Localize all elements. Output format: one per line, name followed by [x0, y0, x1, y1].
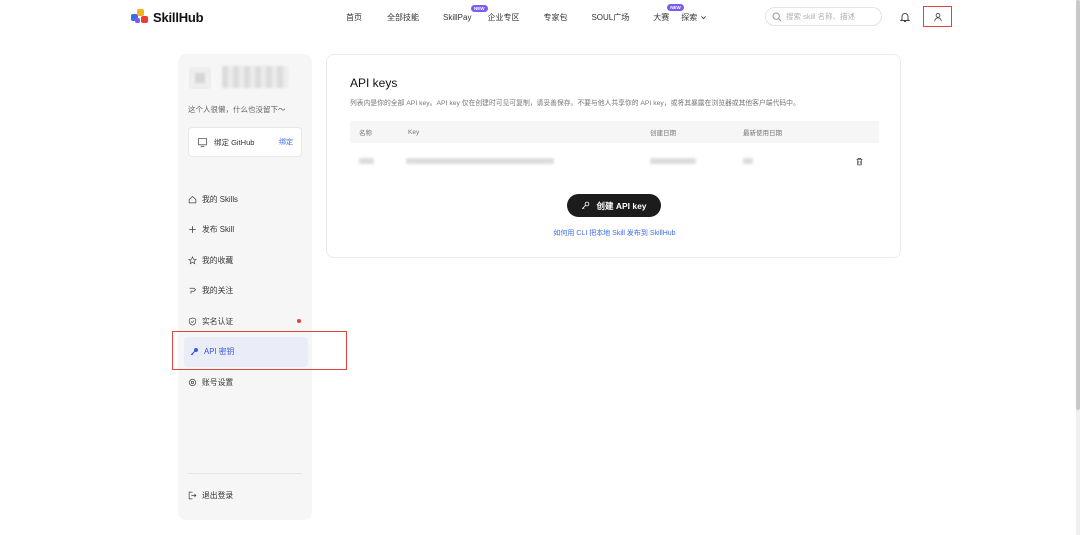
- main-nav: 首页 全部技能 SkillPay NEW 企业专区 专家包 SOUL广场 大赛 NE…: [338, 0, 707, 34]
- nav-label: 专家包: [543, 12, 568, 22]
- cli-publish-guide-link[interactable]: 如何用 CLI 把本地 Skill 发布到 SkillHub: [327, 228, 902, 238]
- notification-bell-icon[interactable]: [899, 10, 911, 22]
- user-bio: 这个人很懒，什么也没留下～: [188, 105, 286, 114]
- sidebar-item-label: 我的收藏: [202, 255, 234, 265]
- column-header-created: 创建日期: [650, 130, 676, 137]
- new-badge: NEW: [667, 3, 684, 11]
- nav-item-expert-packs[interactable]: 专家包: [543, 12, 567, 23]
- key-icon: [190, 348, 198, 356]
- sidebar-item-verification[interactable]: 实名认证: [178, 306, 312, 337]
- username-blurred: [222, 66, 288, 88]
- search-icon: [772, 12, 782, 22]
- nav-item-all-skills[interactable]: 全部技能: [387, 12, 419, 23]
- create-api-key-button[interactable]: 创建 API key: [567, 194, 661, 217]
- new-badge: NEW: [471, 4, 488, 12]
- nav-item-home[interactable]: 首页: [346, 12, 362, 23]
- sidebar-divider: [188, 473, 302, 474]
- sidebar-item-my-skills[interactable]: 我的 Skills: [178, 184, 312, 215]
- plus-icon: [189, 226, 196, 234]
- column-header-last-used: 最新使用日期: [743, 130, 782, 137]
- user-icon: [933, 12, 942, 21]
- nav-item-enterprise[interactable]: 企业专区: [487, 12, 519, 23]
- create-api-key-label: 创建 API key: [596, 200, 647, 211]
- bind-github-label: 绑定 GitHub: [214, 137, 255, 147]
- logo[interactable]: SkillHub: [131, 9, 204, 25]
- search-input[interactable]: 搜索 skill 名称、描述: [765, 7, 882, 26]
- nav-label: SOUL广场: [591, 12, 630, 22]
- table-row: [350, 147, 879, 175]
- logo-text: SkillHub: [153, 9, 204, 25]
- last-used-blurred: [743, 158, 753, 164]
- nav-item-explore[interactable]: 探索: [681, 12, 707, 23]
- sidebar-menu: 我的 Skills 发布 Skill 我的收藏 我的关注 实名认证 API 密钥…: [178, 184, 312, 398]
- nav-item-soul-square[interactable]: SOUL广场: [591, 12, 629, 23]
- alert-dot: [297, 319, 301, 323]
- bind-github-card: 绑定 GitHub 绑定: [188, 127, 302, 157]
- bind-github-link[interactable]: 绑定: [279, 137, 293, 147]
- search-placeholder: 搜索 skill 名称、描述: [786, 12, 856, 21]
- sidebar-item-label: 我的 Skills: [202, 194, 238, 204]
- key-value-blurred: [406, 158, 554, 164]
- nav-label: 大赛: [653, 12, 670, 22]
- home-icon: [188, 195, 197, 203]
- sidebar-item-account-settings[interactable]: 账号设置: [178, 367, 312, 398]
- logout-button[interactable]: 退出登录: [188, 490, 233, 501]
- logout-icon: [188, 491, 197, 500]
- key-name-blurred: [359, 158, 374, 164]
- page-scrollbar[interactable]: [1076, 0, 1080, 535]
- nav-label: 全部技能: [387, 12, 419, 22]
- sidebar-item-label: 账号设置: [202, 377, 234, 387]
- star-icon: [188, 255, 197, 265]
- top-navigation-bar: SkillHub 首页 全部技能 SkillPay NEW 企业专区 专家包 SO…: [0, 0, 1080, 34]
- sidebar-item-label: 实名认证: [202, 316, 234, 326]
- nav-label: 探索: [681, 12, 698, 22]
- nav-item-skillpay[interactable]: SkillPay NEW: [443, 4, 488, 22]
- page-title: API keys: [350, 76, 398, 90]
- column-header-key: Key: [408, 128, 420, 136]
- sidebar-item-publish-skill[interactable]: 发布 Skill: [178, 215, 312, 246]
- created-date-blurred: [650, 158, 696, 164]
- gear-icon: [188, 378, 197, 386]
- logout-label: 退出登录: [202, 491, 234, 500]
- follow-icon: [189, 288, 197, 294]
- sidebar-item-label: API 密钥: [204, 347, 235, 357]
- sidebar-item-label: 我的关注: [202, 286, 234, 296]
- sidebar: 这个人很懒，什么也没留下～ 绑定 GitHub 绑定 我的 Skills 发布 …: [178, 54, 312, 520]
- github-icon: [197, 137, 208, 147]
- sidebar-item-following[interactable]: 我的关注: [178, 276, 312, 307]
- nav-item-contest[interactable]: 大赛 NEW: [653, 3, 684, 23]
- chevron-down-icon: [701, 15, 707, 19]
- user-menu-button[interactable]: [923, 6, 952, 27]
- key-icon: [582, 201, 590, 210]
- sidebar-item-label: 发布 Skill: [202, 225, 235, 235]
- column-header-name: 名称: [359, 130, 372, 137]
- sidebar-item-api-keys[interactable]: API 密钥: [184, 336, 308, 367]
- scrollbar-thumb[interactable]: [1076, 0, 1080, 410]
- page-description: 列表内是你的全部 API key。API key 仅在创建时可见可复制，请妥善保…: [350, 100, 800, 107]
- avatar[interactable]: [189, 67, 211, 89]
- nav-label: 首页: [346, 12, 362, 22]
- api-keys-card: API keys 列表内是你的全部 API key。API key 仅在创建时可…: [326, 54, 901, 258]
- skillhub-logo-icon: [131, 9, 149, 25]
- shield-check-icon: [188, 317, 197, 326]
- nav-label: SkillPay: [443, 12, 472, 22]
- trash-icon[interactable]: [855, 157, 864, 166]
- table-header: 名称 Key 创建日期 最新使用日期: [350, 121, 879, 143]
- nav-label: 企业专区: [487, 12, 520, 22]
- sidebar-item-favorites[interactable]: 我的收藏: [178, 245, 312, 276]
- page: SkillHub 首页 全部技能 SkillPay NEW 企业专区 专家包 SO…: [0, 0, 1080, 535]
